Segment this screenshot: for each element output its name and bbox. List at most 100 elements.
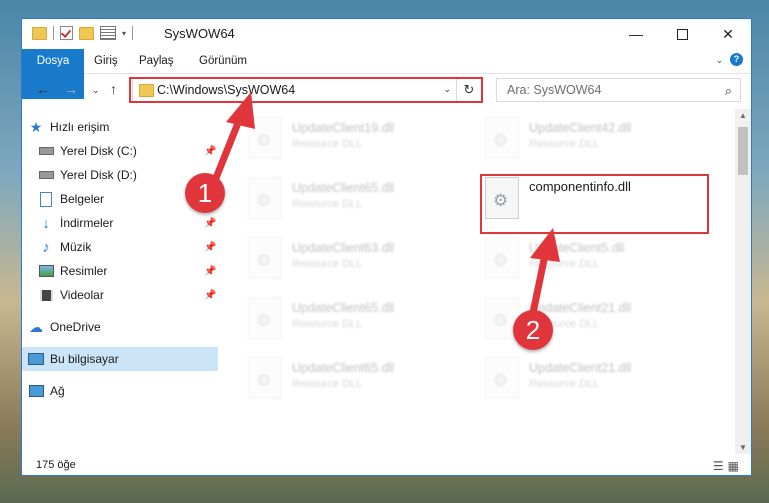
chevron-down-icon[interactable]: ⌄ (715, 55, 723, 66)
dll-file-icon (485, 117, 519, 159)
minimize-button[interactable]: — (613, 19, 659, 49)
file-type: Resource DLL (292, 318, 363, 330)
details-view-icon[interactable]: ☰ (713, 459, 728, 473)
tab-share[interactable]: Paylaş (129, 49, 184, 73)
properties-check-icon[interactable] (60, 26, 73, 40)
document-icon (38, 191, 54, 207)
sidebar-item-pictures[interactable]: Resimler 📌 (38, 259, 218, 283)
up-arrow-icon[interactable]: ↑ (110, 81, 117, 97)
chevron-down-icon[interactable]: ▾ (122, 29, 126, 38)
new-folder-icon[interactable] (79, 26, 94, 40)
file-type: Resource DLL (529, 258, 600, 270)
computer-icon (28, 352, 44, 366)
step-badge-1: 1 (185, 173, 225, 213)
list-item[interactable]: UpdateClient63.dll Resource DLL (240, 233, 470, 283)
network-icon (28, 384, 44, 398)
drive-icon (38, 168, 54, 182)
sidebar-item-onedrive[interactable]: ☁ OneDrive (28, 315, 218, 339)
sidebar-item-quick-access[interactable]: ★ Hızlı erişim (28, 115, 218, 139)
back-arrow-icon[interactable]: ← (36, 81, 50, 97)
file-name: UpdateClient65.dll (292, 301, 395, 315)
forward-arrow-icon[interactable]: → (64, 81, 78, 97)
pictures-icon (38, 264, 54, 278)
navigation-pane: ★ Hızlı erişim Yerel Disk (C:) 📌 Yerel D… (22, 109, 218, 454)
file-name: UpdateClient63.dll (292, 241, 395, 255)
list-item[interactable]: UpdateClient21.dll Resource DLL (477, 353, 707, 403)
search-icon[interactable]: ⌕ (725, 83, 732, 99)
sidebar-item-videos[interactable]: Videolar 📌 (38, 283, 218, 307)
toolbar-divider (132, 26, 134, 40)
pin-icon[interactable]: 📌 (204, 242, 216, 253)
dll-file-icon (248, 357, 282, 399)
sidebar-item-music[interactable]: ♪ Müzik 📌 (38, 235, 218, 259)
sidebar-item-label: OneDrive (50, 320, 101, 334)
file-type: Resource DLL (529, 378, 600, 390)
vertical-scrollbar[interactable]: ▲ ▼ (735, 109, 751, 454)
tab-view[interactable]: Görünüm (189, 49, 257, 73)
scrollbar-thumb[interactable] (738, 127, 748, 175)
quick-access-toolbar: ▾ (32, 26, 134, 40)
minimize-icon: — (629, 26, 643, 42)
help-icon[interactable]: ? (730, 53, 743, 66)
close-button[interactable]: ✕ (705, 19, 751, 49)
customize-icon[interactable] (100, 26, 116, 40)
recent-chevron-icon[interactable]: ⌄ (92, 85, 100, 96)
pin-icon[interactable]: 📌 (204, 218, 216, 229)
sidebar-item-label: İndirmeler (60, 216, 114, 230)
pin-icon[interactable]: 📌 (204, 290, 216, 301)
search-placeholder[interactable]: Ara: SysWOW64 (507, 83, 601, 97)
music-icon: ♪ (42, 238, 50, 256)
star-icon: ★ (29, 118, 43, 135)
sidebar-item-network[interactable]: Ağ (28, 379, 218, 403)
sidebar-item-label: Belgeler (60, 192, 105, 206)
file-type: Resource DLL (292, 198, 363, 210)
toolbar-divider (53, 26, 54, 40)
list-item[interactable]: UpdateClient19.dll Resource DLL (240, 113, 470, 163)
list-item[interactable]: UpdateClient65.dll Resource DLL (240, 353, 470, 403)
download-icon: ↓ (42, 214, 50, 232)
list-item[interactable]: UpdateClient65.dll Resource DLL (240, 173, 470, 223)
list-item[interactable]: UpdateClient21.dll Resource DLL (477, 293, 707, 343)
maximize-icon (676, 28, 688, 40)
video-icon (38, 288, 54, 302)
sidebar-item-label: Yerel Disk (D:) (60, 168, 137, 182)
sidebar-item-downloads[interactable]: ↓ İndirmeler 📌 (38, 211, 218, 235)
file-name: UpdateClient65.dll (292, 361, 395, 375)
dll-file-icon (248, 297, 282, 339)
sidebar-item-label: Ağ (50, 384, 65, 398)
tab-home[interactable]: Giriş (84, 49, 128, 73)
file-name: UpdateClient19.dll (292, 121, 395, 135)
window-title: SysWOW64 (164, 26, 235, 41)
search-box[interactable]: Ara: SysWOW64 ⌕ (496, 78, 741, 102)
dll-file-icon (248, 117, 282, 159)
dll-file-icon (485, 237, 519, 279)
status-bar: 175 öğe ☰▦ (22, 455, 751, 475)
file-type: Resource DLL (529, 138, 600, 150)
close-icon: ✕ (722, 25, 734, 42)
sidebar-item-label: Resimler (60, 264, 108, 278)
dll-file-icon (248, 177, 282, 219)
sidebar-item-label: Yerel Disk (C:) (60, 144, 137, 158)
pin-icon[interactable]: 📌 (204, 146, 216, 157)
list-item[interactable]: UpdateClient65.dll Resource DLL (240, 293, 470, 343)
folder-icon (32, 26, 47, 40)
sidebar-item-this-pc[interactable]: Bu bilgisayar (22, 347, 218, 371)
pin-icon[interactable]: 📌 (204, 266, 216, 277)
scroll-up-icon[interactable]: ▲ (739, 111, 747, 120)
sidebar-item-label: Müzik (60, 240, 92, 254)
maximize-button[interactable] (659, 19, 705, 49)
file-highlight (480, 174, 709, 234)
sidebar-item-label: Hızlı erişim (50, 120, 110, 134)
file-type: Resource DLL (292, 378, 363, 390)
item-count: 175 öğe (36, 459, 76, 471)
file-list: UpdateClient19.dll Resource DLL UpdateCl… (218, 109, 735, 454)
ribbon: Dosya Giriş Paylaş Görünüm ⌄ ? (22, 49, 751, 99)
list-item[interactable]: UpdateClient5.dll Resource DLL (477, 233, 707, 283)
tiles-view-icon[interactable]: ▦ (728, 459, 743, 473)
scroll-down-icon[interactable]: ▼ (739, 443, 747, 452)
sidebar-item-disk-c[interactable]: Yerel Disk (C:) 📌 (38, 139, 218, 163)
view-toggle-icons[interactable]: ☰▦ (713, 459, 743, 473)
file-type: Resource DLL (292, 138, 363, 150)
list-item[interactable]: UpdateClient42.dll Resource DLL (477, 113, 707, 163)
step-badge-2: 2 (513, 310, 553, 350)
